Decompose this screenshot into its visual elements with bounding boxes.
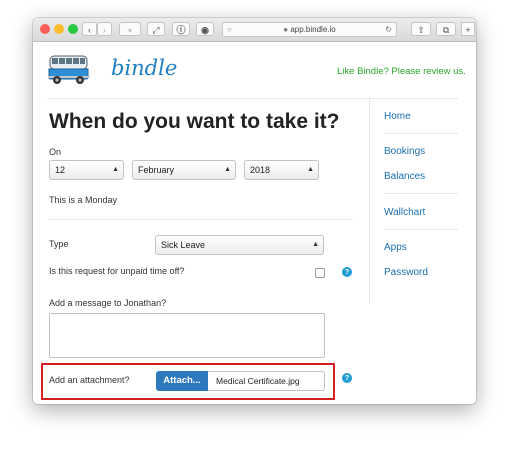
- day-value: 12: [55, 165, 66, 175]
- message-label: Add a message to Jonathan?: [49, 298, 167, 308]
- sidebar-separator: [384, 133, 458, 134]
- day-select[interactable]: 12 ▲: [49, 160, 124, 180]
- type-label: Type: [49, 239, 69, 249]
- sidebar-item-balances[interactable]: Balances: [384, 171, 425, 182]
- month-select[interactable]: February ▲: [132, 160, 236, 180]
- close-window-button[interactable]: [40, 24, 50, 34]
- sidebar-separator: [384, 229, 458, 230]
- leave-type-value: Sick Leave: [161, 240, 206, 250]
- attachment-label: Add an attachment?: [49, 375, 130, 385]
- leave-type-select[interactable]: Sick Leave ▲: [155, 235, 324, 255]
- message-textarea[interactable]: [49, 313, 325, 358]
- address-bar[interactable]: ○ ● app.bindle.io ↻: [222, 22, 397, 37]
- tabs-icon[interactable]: ⧉: [436, 22, 456, 36]
- month-value: February: [138, 165, 175, 175]
- globe-icon: ○: [227, 25, 232, 34]
- sidebar-toggle-icon[interactable]: ▫: [119, 22, 141, 36]
- sidebar-separator: [384, 193, 458, 194]
- unpaid-help-icon[interactable]: ?: [342, 267, 352, 277]
- page-content: bindle Like Bindle? Please review us. Wh…: [33, 42, 476, 404]
- van-logo-icon: [48, 55, 90, 84]
- password-manager-icon[interactable]: ⓘ: [172, 22, 190, 36]
- fullscreen-icon[interactable]: ⤢: [147, 22, 165, 36]
- review-link[interactable]: Like Bindle? Please review us.: [337, 66, 466, 77]
- sidebar-item-bookings[interactable]: Bookings: [384, 146, 425, 157]
- select-arrows-icon: ▲: [112, 166, 119, 173]
- weekday-text: This is a Monday: [49, 195, 118, 205]
- sidebar-item-wallchart[interactable]: Wallchart: [384, 207, 425, 218]
- date-divider: [49, 219, 353, 220]
- page-title: When do you want to take it?: [49, 110, 340, 133]
- sidebar-item-apps[interactable]: Apps: [384, 242, 407, 253]
- new-tab-icon[interactable]: +: [461, 22, 475, 36]
- year-select[interactable]: 2018 ▲: [244, 160, 319, 180]
- attachment-help-icon[interactable]: ?: [342, 373, 352, 383]
- select-arrows-icon: ▲: [224, 166, 231, 173]
- select-arrows-icon: ▲: [307, 166, 314, 173]
- bindle-logo-text: bindle: [111, 56, 178, 80]
- reload-icon[interactable]: ↻: [385, 23, 392, 36]
- select-arrows-icon: ▲: [312, 241, 319, 248]
- sidebar-divider: [369, 98, 370, 304]
- url-text: app.bindle.io: [290, 25, 336, 34]
- extension-icon[interactable]: ◉: [196, 22, 214, 36]
- sidebar-item-home[interactable]: Home: [384, 111, 411, 122]
- browser-toolbar: ‹ › ▫ ⤢ ⓘ ◉ ○ ● app.bindle.io ↻ ⇧ ⧉ +: [33, 18, 476, 42]
- attached-file-name: Medical Certificate.jpg: [208, 371, 325, 391]
- unpaid-checkbox[interactable]: [315, 268, 325, 278]
- year-value: 2018: [250, 165, 271, 175]
- minimize-window-button[interactable]: [54, 24, 64, 34]
- browser-window: ‹ › ▫ ⤢ ⓘ ◉ ○ ● app.bindle.io ↻ ⇧ ⧉ + bi…: [33, 18, 476, 404]
- zoom-window-button[interactable]: [68, 24, 78, 34]
- attach-button[interactable]: Attach...: [156, 371, 208, 391]
- sidebar-item-password[interactable]: Password: [384, 267, 428, 278]
- forward-icon[interactable]: ›: [97, 22, 112, 36]
- on-label: On: [49, 147, 62, 157]
- back-icon[interactable]: ‹: [82, 22, 97, 36]
- header-divider: [47, 98, 458, 99]
- unpaid-label: Is this request for unpaid time off?: [49, 266, 185, 276]
- share-icon[interactable]: ⇧: [411, 22, 431, 36]
- lock-icon: ●: [283, 25, 289, 34]
